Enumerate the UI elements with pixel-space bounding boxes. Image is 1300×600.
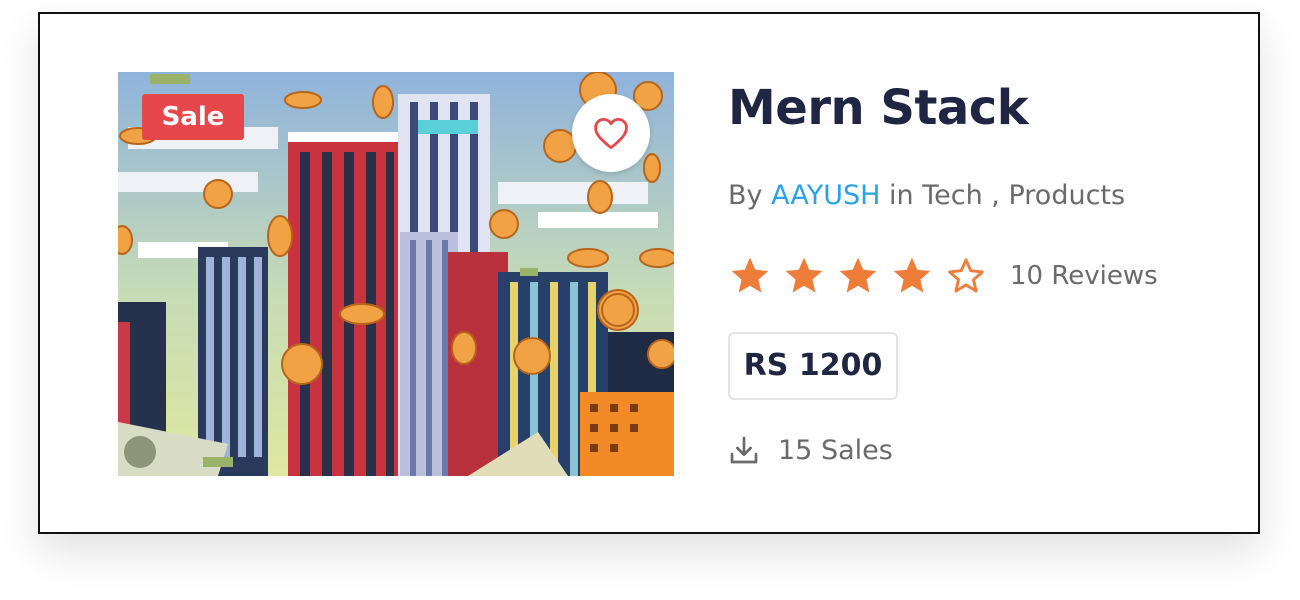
star-outline-icon <box>948 258 984 293</box>
sales-count: 15 Sales <box>778 434 893 466</box>
sales-info: 15 Sales <box>728 434 893 466</box>
category-link-tech[interactable]: Tech <box>922 180 982 211</box>
star-filled-icon <box>731 257 769 293</box>
star-filled-icon <box>893 257 931 293</box>
rating: 10 Reviews <box>728 252 1158 300</box>
in-label: in <box>889 180 914 211</box>
by-label: By <box>728 180 763 211</box>
price-tag: RS 1200 <box>728 332 898 400</box>
reviews-count[interactable]: 10 Reviews <box>1010 261 1158 291</box>
heart-icon <box>594 118 628 150</box>
star-filled-icon <box>839 257 877 293</box>
product-title[interactable]: Mern Stack <box>728 80 1029 136</box>
author-link[interactable]: AAYUSH <box>771 180 880 211</box>
product-card: Sale Mern Stack By AAYUSH in Tech , Prod… <box>38 12 1260 534</box>
category-link-products[interactable]: Products <box>1008 180 1125 211</box>
download-icon <box>730 436 758 464</box>
product-image[interactable]: Sale <box>118 72 674 476</box>
star-filled-icon <box>785 257 823 293</box>
product-meta: By AAYUSH in Tech , Products <box>728 180 1125 211</box>
sale-badge: Sale <box>142 94 244 140</box>
favorite-button[interactable] <box>572 94 650 172</box>
category-separator: , <box>991 180 1000 211</box>
